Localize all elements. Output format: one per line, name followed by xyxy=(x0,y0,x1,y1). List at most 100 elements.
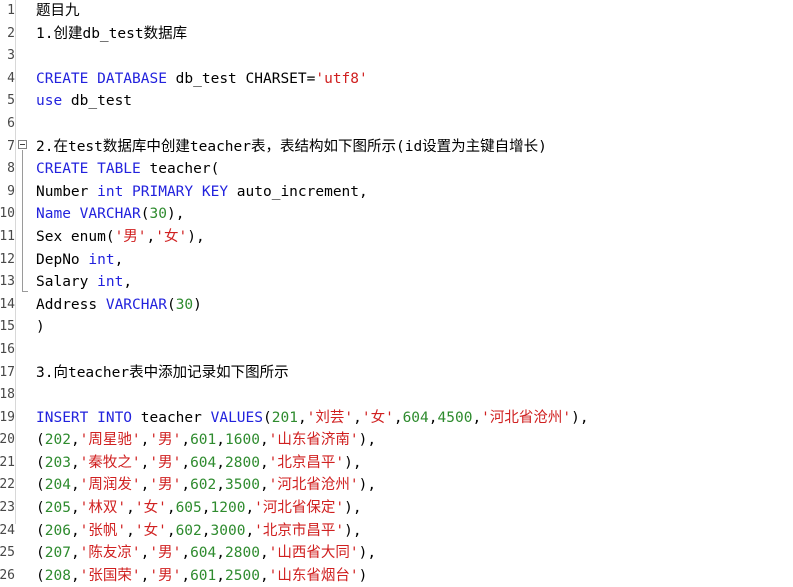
code-token-plain: ), xyxy=(358,545,377,562)
line-number: 6 xyxy=(7,115,15,131)
code-line[interactable]: Salary int, xyxy=(36,271,793,294)
code-token-plain: , xyxy=(353,409,362,426)
code-line[interactable]: CREATE DATABASE db_test CHARSET='utf8' xyxy=(36,68,793,91)
code-line[interactable]: Name VARCHAR(30), xyxy=(36,203,793,226)
code-token-kw: int PRIMARY KEY xyxy=(97,183,229,200)
code-token-plain: 1.创建db_test数据库 xyxy=(36,25,188,42)
code-token-str: '山西省大同' xyxy=(268,545,359,562)
line-number: 21 xyxy=(0,454,15,470)
code-token-plain: , xyxy=(70,477,80,494)
line-number: 15 xyxy=(0,319,15,335)
code-token-plain: , xyxy=(70,454,80,471)
code-content-area[interactable]: 题目九 1.创建db_test数据库 CREATE DATABASE db_test… xyxy=(30,0,793,587)
line-number: 17 xyxy=(0,364,15,380)
code-line[interactable]: (208,'张国荣','男',601,2500,'山东省烟台') xyxy=(36,565,793,587)
code-line[interactable]: Address VARCHAR(30) xyxy=(36,294,793,317)
code-token-plain: Address xyxy=(36,296,106,313)
code-token-plain: Salary xyxy=(36,274,98,291)
code-token-plain: , xyxy=(259,477,269,494)
code-token-plain: auto_increment, xyxy=(228,183,368,200)
code-token-num: 3000 xyxy=(210,522,246,539)
code-line[interactable]: DepNo int, xyxy=(36,249,793,272)
code-token-plain: , xyxy=(126,500,135,517)
code-token-plain: ), xyxy=(344,500,362,517)
code-token-num: 201 xyxy=(271,409,298,426)
code-token-num: 206 xyxy=(44,522,71,539)
code-token-num: 2800 xyxy=(225,545,260,562)
code-token-num: 604 xyxy=(402,409,429,426)
code-line[interactable]: INSERT INTO teacher VALUES(201,'刘芸','女',… xyxy=(36,407,793,430)
line-number: 19 xyxy=(0,409,15,425)
line-number: 10 xyxy=(0,206,15,222)
code-token-plain: , xyxy=(216,567,226,584)
code-token-plain: , xyxy=(70,567,80,584)
code-line[interactable]: (206,'张帆','女',602,3000,'北京市昌平'), xyxy=(36,520,793,543)
code-token-num: 202 xyxy=(44,432,71,449)
code-token-plain: , xyxy=(216,454,226,471)
code-line[interactable]: 题目九 xyxy=(36,0,793,23)
code-line[interactable] xyxy=(36,339,793,362)
code-line[interactable] xyxy=(36,45,793,68)
code-token-plain: , xyxy=(428,409,438,426)
line-number: 18 xyxy=(0,387,15,403)
sql-code-editor[interactable]: 1 2 3 4 5 6 7 8 9 10 11 12 13 14 15 16 17 18 19 20 21 22 23 24 2… xyxy=(0,0,793,587)
code-token-str: '北京市昌平' xyxy=(254,522,345,539)
code-token-str: '女' xyxy=(361,409,394,426)
code-token-plain: , xyxy=(146,228,156,245)
code-token-num: 204 xyxy=(44,477,71,494)
code-token-str: '陈友凉' xyxy=(79,545,141,562)
code-token-plain: , xyxy=(181,545,191,562)
code-line[interactable]: 3.向teacher表中添加记录如下图所示 xyxy=(36,362,793,385)
code-line[interactable]: (202,'周星驰','男',601,1600,'山东省济南'), xyxy=(36,429,793,452)
line-number: 16 xyxy=(0,341,15,357)
fold-collapse-icon[interactable] xyxy=(18,140,27,149)
code-token-plain: , xyxy=(166,500,176,517)
code-token-str: '北京昌平' xyxy=(268,454,345,471)
code-token-num: 203 xyxy=(44,454,71,471)
line-number: 9 xyxy=(7,183,15,199)
code-token-plain: ), xyxy=(187,228,205,245)
code-line[interactable]: (203,'秦牧之','男',604,2800,'北京昌平'), xyxy=(36,452,793,475)
code-line[interactable] xyxy=(36,384,793,407)
code-line[interactable]: Number int PRIMARY KEY auto_increment, xyxy=(36,181,793,204)
line-number: 4 xyxy=(7,70,15,86)
code-token-plain: ( xyxy=(36,477,45,494)
code-token-plain: ( xyxy=(166,296,176,313)
code-token-plain: ( xyxy=(36,522,45,539)
code-token-num: 2500 xyxy=(225,567,260,584)
code-token-plain: , xyxy=(297,409,307,426)
code-line[interactable]: (205,'林双','女',605,1200,'河北省保定'), xyxy=(36,497,793,520)
code-token-kw: VALUES xyxy=(210,409,263,426)
code-line[interactable]: 1.创建db_test数据库 xyxy=(36,23,793,46)
code-token-plain: , xyxy=(70,522,80,539)
code-line[interactable]: (207,'陈友凉','男',604,2800,'山西省大同'), xyxy=(36,542,793,565)
code-token-kw: Name VARCHAR xyxy=(36,206,141,223)
code-line[interactable]: use db_test xyxy=(36,90,793,113)
code-token-str: '山东省烟台' xyxy=(268,567,359,584)
code-token-kw: int xyxy=(88,251,115,268)
code-line[interactable] xyxy=(36,113,793,136)
code-line[interactable]: 2.在test数据库中创建teacher表，表结构如下图所示(id设置为主键自增… xyxy=(36,136,793,159)
code-token-plain: db_test CHARSET= xyxy=(166,70,316,87)
line-number: 2 xyxy=(7,25,15,41)
line-number: 5 xyxy=(7,93,15,109)
code-token-plain: , xyxy=(181,567,191,584)
code-line[interactable]: (204,'周润发','男',602,3500,'河北省沧州'), xyxy=(36,474,793,497)
code-line[interactable]: Sex enum('男','女'), xyxy=(36,226,793,249)
code-token-kw: INSERT INTO xyxy=(36,409,133,426)
code-fold-column[interactable] xyxy=(16,0,30,524)
fold-guide-line xyxy=(22,150,23,292)
code-token-plain: , xyxy=(259,545,269,562)
code-token-plain: ), xyxy=(358,477,377,494)
code-token-plain: , xyxy=(70,545,80,562)
code-line[interactable]: ) xyxy=(36,316,793,339)
code-token-num: 1200 xyxy=(210,500,246,517)
code-token-num: 602 xyxy=(190,477,217,494)
code-token-plain: ) xyxy=(193,296,202,313)
code-token-num: 30 xyxy=(149,206,167,223)
code-line[interactable]: CREATE TABLE teacher( xyxy=(36,158,793,181)
code-token-plain: ), xyxy=(166,206,185,223)
code-token-plain: Number xyxy=(36,183,98,200)
code-token-plain: teacher( xyxy=(140,161,220,178)
code-token-num: 3500 xyxy=(225,477,260,494)
